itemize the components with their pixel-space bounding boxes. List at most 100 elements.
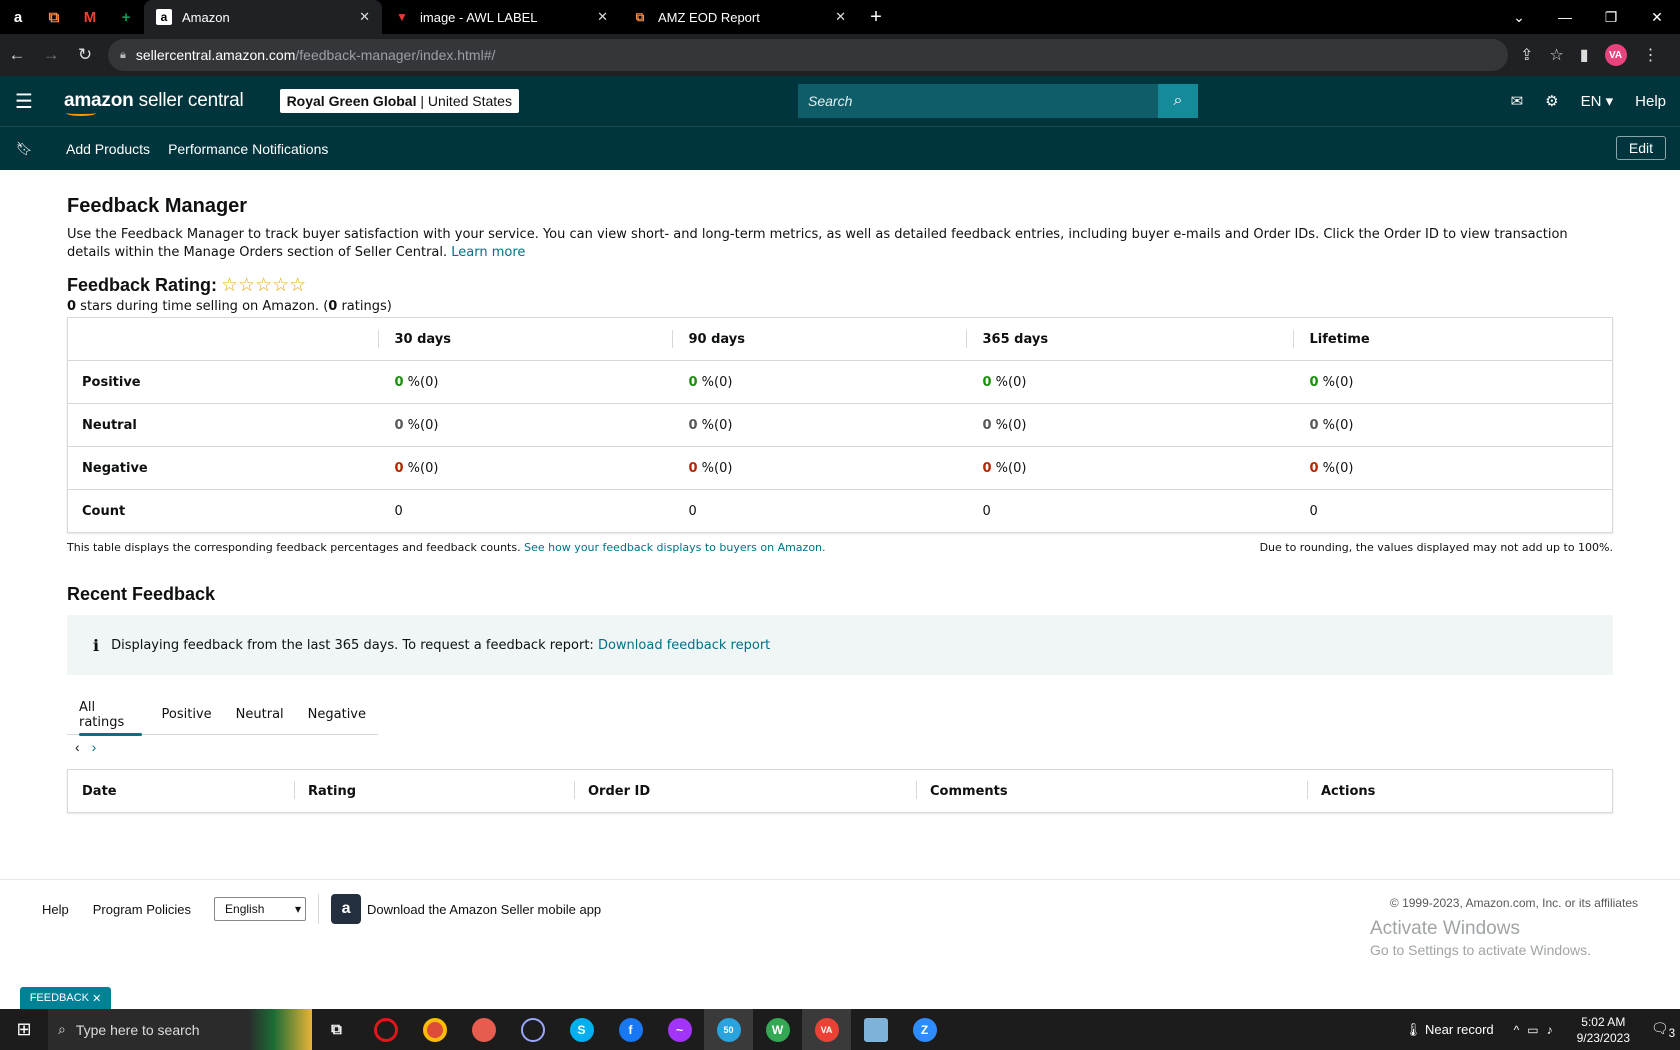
close-tab-icon[interactable]: ✕ xyxy=(359,9,370,25)
table-header-90-days: 90 days xyxy=(671,317,966,361)
learn-more-link[interactable]: Learn more xyxy=(451,245,525,260)
col-rating: Rating xyxy=(294,769,574,813)
windows-start-icon[interactable]: ⊞ xyxy=(0,1019,48,1040)
cell-value: 0 xyxy=(1309,417,1319,433)
seller-central-header: ☰ amazon seller central Royal Green Glob… xyxy=(0,76,1680,126)
opera-icon[interactable] xyxy=(361,1009,410,1050)
restore-icon[interactable]: ❐ xyxy=(1588,9,1634,26)
telegram-icon[interactable]: 50 xyxy=(704,1009,753,1050)
table-header-lifetime: Lifetime xyxy=(1292,317,1613,361)
language-label: EN xyxy=(1580,93,1602,110)
chrome-profile-va-icon[interactable]: VA xyxy=(802,1009,851,1050)
seller-central-logo[interactable]: amazon seller central xyxy=(64,90,244,116)
facebook-icon[interactable]: f xyxy=(606,1009,655,1050)
pinned-tab-sheets[interactable]: + xyxy=(108,0,144,34)
cell-value: 0 xyxy=(688,503,697,519)
language-selector[interactable]: EN ▾ xyxy=(1581,92,1614,110)
notification-count: 3 xyxy=(1668,1026,1676,1040)
search-highlight-image[interactable] xyxy=(248,1009,312,1050)
amazon-app-icon[interactable]: a xyxy=(331,894,362,924)
feedback-display-link[interactable]: See how your feedback displays to buyers… xyxy=(524,541,825,554)
search-input[interactable] xyxy=(798,84,1158,118)
search-button[interactable]: ⌕ xyxy=(1158,84,1198,118)
notepad-icon[interactable] xyxy=(851,1009,900,1050)
chrome-profile-w-icon[interactable]: W xyxy=(753,1009,802,1050)
close-icon[interactable]: ✕ xyxy=(92,992,101,1005)
forward-icon[interactable]: → xyxy=(34,45,68,65)
tray-icons[interactable]: ^▭♪ xyxy=(1514,1023,1561,1037)
settings-gear-icon[interactable]: ⚙ xyxy=(1545,92,1558,110)
help-link[interactable]: Help xyxy=(1635,93,1666,110)
cell-value: 0 xyxy=(982,503,991,519)
close-tab-icon[interactable]: ✕ xyxy=(835,9,846,25)
messenger-icon[interactable]: ~ xyxy=(655,1009,704,1050)
info-text: Displaying feedback from the last 365 da… xyxy=(111,637,594,653)
zoom-icon[interactable]: Z xyxy=(900,1009,949,1050)
messages-icon[interactable]: ✉ xyxy=(1511,92,1524,110)
close-tab-icon[interactable]: ✕ xyxy=(597,9,608,25)
clock-date: 9/23/2023 xyxy=(1576,1030,1630,1045)
footer-links: Help Program Policies English ▾ a Downlo… xyxy=(42,894,601,924)
chevron-right-icon[interactable]: › xyxy=(92,739,97,755)
taskbar-search-input[interactable]: ⌕ Type here to search xyxy=(48,1009,248,1050)
hamburger-menu-icon[interactable]: ☰ xyxy=(0,89,48,114)
taskbar-clock[interactable]: 5:02 AM 9/23/2023 xyxy=(1577,1014,1630,1046)
tab-negative[interactable]: Negative xyxy=(296,695,378,735)
chevron-down-icon: ▾ xyxy=(294,902,302,916)
chevron-left-icon[interactable]: ‹ xyxy=(75,739,80,755)
clock-app-icon[interactable] xyxy=(508,1009,557,1050)
new-tab-icon[interactable]: + xyxy=(858,0,894,34)
cleaner-app-icon[interactable] xyxy=(459,1009,508,1050)
col-date[interactable]: Date xyxy=(68,769,294,813)
url-input[interactable]: 🔒︎ sellercentral.amazon.com/feedback-man… xyxy=(108,39,1508,71)
report-favicon-icon: ⧉ xyxy=(635,9,645,24)
bookmark-star-icon[interactable]: ☆ xyxy=(1549,45,1563,65)
download-app-link[interactable]: Download the Amazon Seller mobile app xyxy=(367,902,601,917)
activate-windows-watermark: Activate Windows Go to Settings to activ… xyxy=(1370,918,1591,958)
account-switcher[interactable]: Royal Green Global | United States xyxy=(279,89,519,113)
pinned-tab-app[interactable]: ⧉ xyxy=(36,0,72,34)
tab-positive[interactable]: Positive xyxy=(150,695,224,735)
cell-suffix: %(0) xyxy=(697,417,733,433)
feedback-tag-button[interactable]: FEEDBACK ✕ xyxy=(20,987,111,1009)
profile-avatar[interactable]: VA xyxy=(1604,44,1627,66)
browser-menu-icon[interactable]: ⋮ xyxy=(1643,45,1659,65)
footer-program-policies-link[interactable]: Program Policies xyxy=(93,902,191,917)
weather-widget[interactable]: 🌡︎ Near record xyxy=(1405,1022,1494,1038)
bookmark-icon[interactable]: 🔖︎ xyxy=(0,141,48,157)
recent-feedback-table-header: Date Rating Order ID Comments Actions xyxy=(67,769,1613,813)
close-window-icon[interactable]: ✕ xyxy=(1634,9,1680,26)
tab-all-ratings[interactable]: All ratings xyxy=(67,695,150,736)
reload-icon[interactable]: ↻ xyxy=(68,45,102,65)
table-cell: 0 %(0) xyxy=(377,446,672,490)
nav-performance-notifications[interactable]: Performance Notifications xyxy=(168,141,328,157)
back-icon[interactable]: ← xyxy=(0,45,34,65)
edit-button[interactable]: Edit xyxy=(1615,136,1666,160)
download-feedback-report-link[interactable]: Download feedback report xyxy=(598,638,770,653)
tab-search-icon[interactable]: ⌄ xyxy=(1496,9,1542,26)
cell-value: 0 xyxy=(1309,460,1319,476)
notifications-icon[interactable]: 🗨︎3 xyxy=(1646,1020,1680,1040)
chrome-icon[interactable] xyxy=(410,1009,459,1050)
task-view-icon[interactable]: ⧉ xyxy=(312,1009,361,1050)
minimize-icon[interactable]: — xyxy=(1542,9,1588,25)
browser-tab-awl-label[interactable]: ▼ image - AWL LABEL ✕ xyxy=(382,0,620,34)
pinned-tab-gmail[interactable]: M xyxy=(72,0,108,34)
browser-tab-amazon[interactable]: a Amazon ✕ xyxy=(144,0,382,34)
nav-add-products[interactable]: Add Products xyxy=(66,141,150,157)
table-cell: 0 %(0) xyxy=(965,360,1293,404)
pinned-tab-amazon[interactable]: a xyxy=(0,0,36,34)
footer-help-link[interactable]: Help xyxy=(42,902,69,917)
footer-language-select[interactable]: English ▾ xyxy=(214,897,307,921)
table-cell: 0 xyxy=(672,490,966,533)
table-cell: 0 %(0) xyxy=(377,403,672,447)
rating-count: 0 xyxy=(328,299,338,314)
tab-neutral[interactable]: Neutral xyxy=(224,695,296,735)
table-cell: 0 %(0) xyxy=(671,360,966,404)
skype-icon[interactable]: S xyxy=(557,1009,606,1050)
side-panel-icon[interactable]: ▮ xyxy=(1580,45,1589,65)
activate-sub: Go to Settings to activate Windows. xyxy=(1370,942,1591,958)
share-icon[interactable]: ⇪ xyxy=(1520,45,1533,65)
table-note-left: This table displays the corresponding fe… xyxy=(67,541,826,554)
browser-tab-eod-report[interactable]: ⧉ AMZ EOD Report ✕ xyxy=(620,0,858,34)
